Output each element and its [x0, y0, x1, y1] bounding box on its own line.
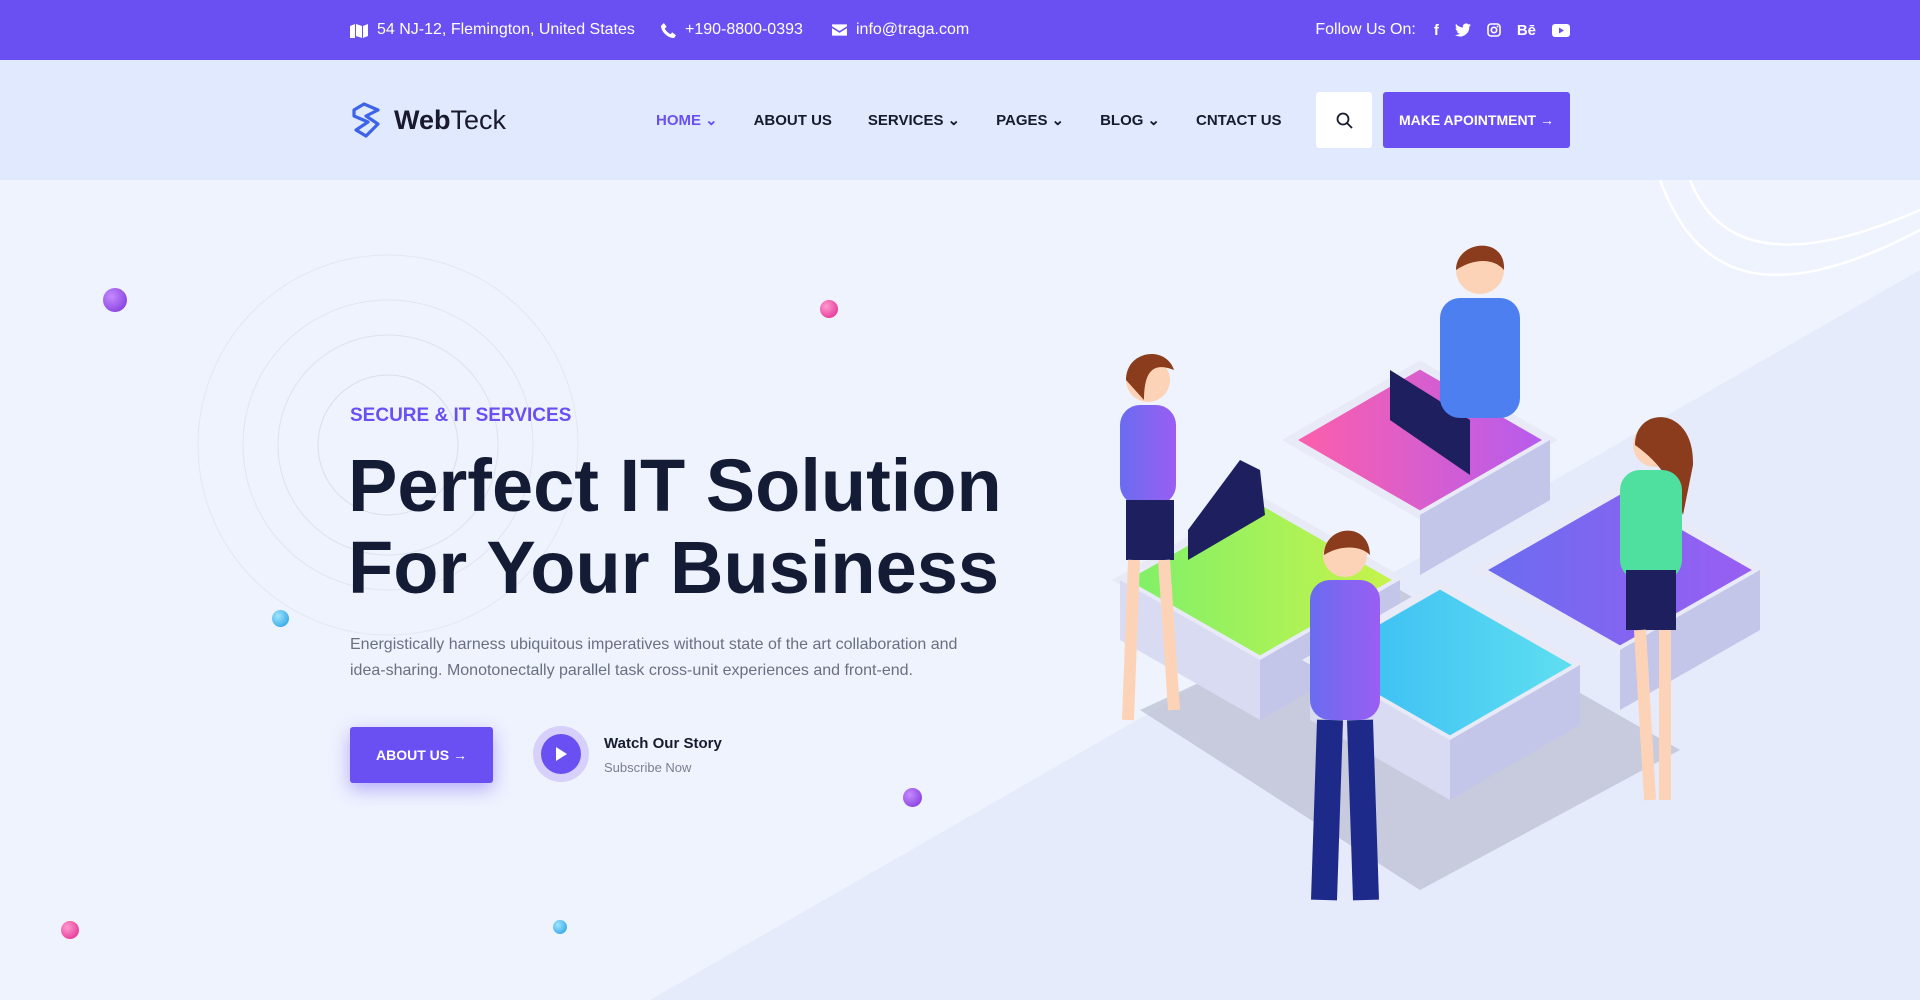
twitter-icon[interactable]: [1454, 23, 1471, 37]
envelope-icon: [832, 24, 847, 36]
play-icon: [556, 747, 567, 761]
hero-description: Energistically harness ubiquitous impera…: [350, 636, 958, 679]
search-button[interactable]: [1316, 92, 1372, 148]
hero-illustration: [1111, 245, 1769, 901]
nav-blog[interactable]: BLOG ⌄: [1100, 111, 1160, 130]
map-icon: [350, 24, 368, 38]
instagram-icon[interactable]: [1487, 23, 1501, 37]
hero-title: Perfect IT Solution For Your Business: [348, 444, 1002, 609]
nav-about-us[interactable]: ABOUT US: [754, 112, 832, 129]
phone-icon: [661, 22, 676, 38]
decor-dot: [103, 288, 127, 312]
chevron-down-icon: ⌄: [705, 112, 718, 129]
address-text: 54 NJ-12, Flemington, United States: [377, 21, 635, 38]
main-header: WebTeck HOME ⌄ ABOUT US SERVICES ⌄ PAGES ⌄ …: [0, 60, 1920, 180]
logo-icon: [352, 102, 380, 138]
email-text[interactable]: info@traga.com: [856, 21, 969, 39]
decor-dot: [61, 921, 79, 939]
chevron-down-icon: ⌄: [1147, 112, 1160, 129]
behance-icon[interactable]: Bē: [1517, 22, 1536, 39]
phone-text[interactable]: +190-8800-0393: [685, 21, 803, 39]
logo-text: WebTeck: [394, 104, 507, 135]
decor-dot: [820, 300, 838, 318]
nav-pages[interactable]: PAGES ⌄: [996, 111, 1065, 130]
nav-contact-us[interactable]: CNTACT US: [1196, 112, 1282, 129]
main-nav: HOME ⌄ ABOUT US SERVICES ⌄ PAGES ⌄ BLOG ⌄ CN…: [656, 60, 1282, 180]
about-us-button[interactable]: ABOUT US →: [350, 727, 493, 783]
hero-section: SECURE & IT SERVICES Perfect IT Solution…: [0, 180, 1920, 1000]
decor-dot: [272, 610, 289, 627]
search-icon: [1336, 112, 1353, 129]
top-bar: 54 NJ-12, Flemington, United States +190…: [0, 0, 1920, 60]
facebook-icon[interactable]: f: [1434, 22, 1439, 39]
email[interactable]: info@traga.com: [832, 0, 969, 60]
youtube-icon[interactable]: [1552, 23, 1570, 37]
nav-services[interactable]: SERVICES ⌄: [868, 111, 961, 130]
hero-subtitle: SECURE & IT SERVICES: [350, 405, 572, 426]
decor-dot: [903, 788, 922, 807]
chevron-down-icon: ⌄: [1051, 112, 1065, 129]
watch-story-subtitle: Subscribe Now: [604, 760, 692, 775]
nav-home[interactable]: HOME ⌄: [656, 111, 718, 130]
make-appointment-button[interactable]: MAKE APOINTMENT →: [1383, 92, 1570, 148]
social-links: Follow Us On: f Bē: [1315, 0, 1570, 60]
watch-story-title[interactable]: Watch Our Story: [604, 735, 722, 752]
address: 54 NJ-12, Flemington, United States: [350, 0, 635, 60]
follow-label: Follow Us On:: [1315, 21, 1416, 38]
play-video-button[interactable]: [533, 726, 589, 782]
decor-dot: [553, 920, 567, 934]
chevron-down-icon: ⌄: [947, 112, 961, 129]
logo[interactable]: WebTeck: [350, 102, 506, 138]
phone[interactable]: +190-8800-0393: [661, 0, 803, 60]
